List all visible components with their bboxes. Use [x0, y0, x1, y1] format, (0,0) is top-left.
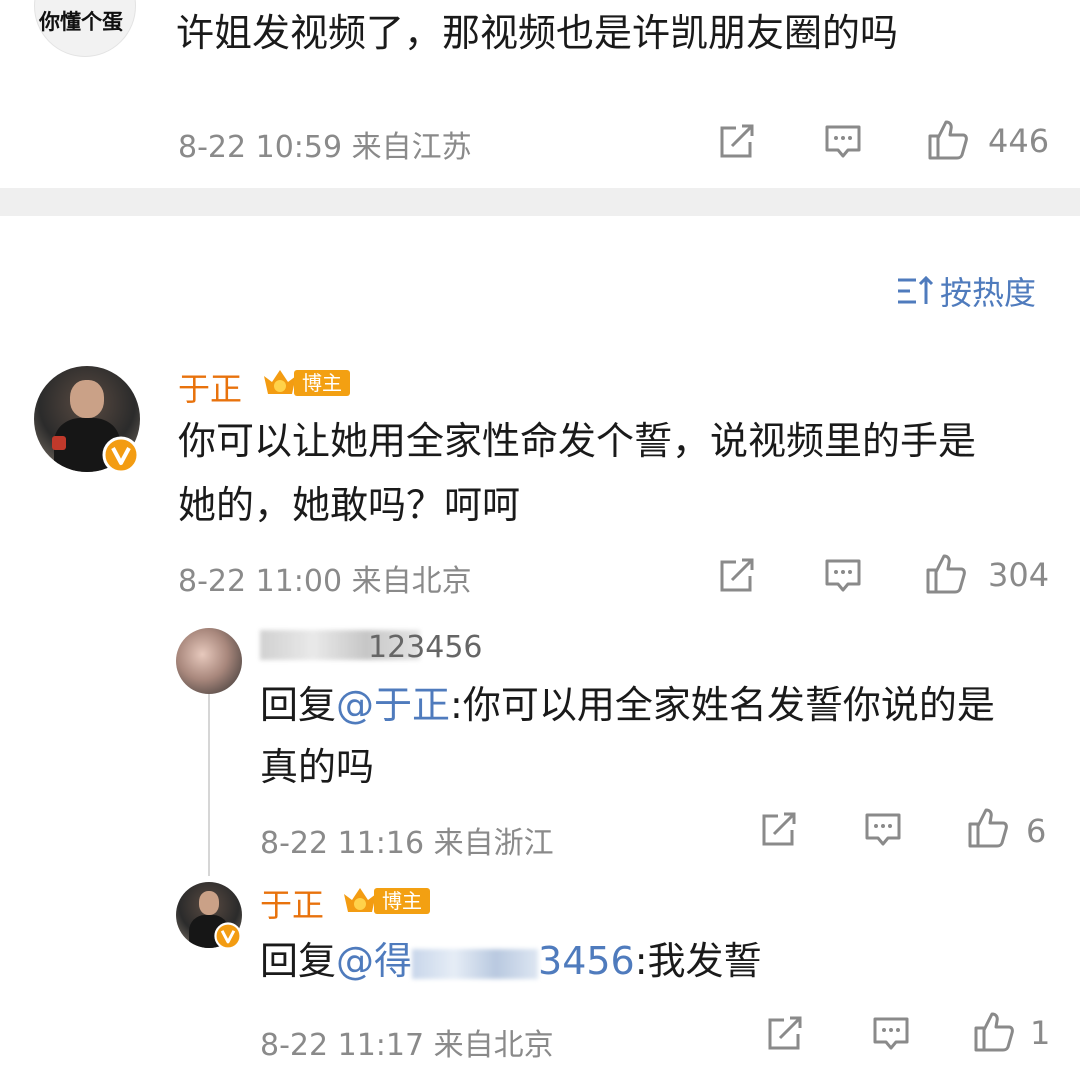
like-count: 1: [1030, 1014, 1051, 1052]
author-name[interactable]: 于正: [260, 880, 324, 926]
verified-v-icon: [214, 922, 242, 950]
reply-username-visible[interactable]: 123456: [368, 630, 483, 665]
like-count: 6: [1026, 812, 1047, 850]
reply-avatar[interactable]: [176, 628, 242, 694]
reply-body: :我发誓: [634, 939, 762, 983]
avatar-text: 你懂个蛋: [39, 10, 123, 34]
thread-line: [208, 690, 210, 876]
like-icon[interactable]: [924, 552, 968, 596]
comment-icon[interactable]: [824, 558, 862, 594]
reply-text: 回复@得 3456:我发誓: [260, 930, 762, 992]
comment-meta: 8-22 11:00 来自北京: [178, 564, 472, 599]
sort-icon: [898, 275, 934, 304]
top-comment-text: 许姐发视频了，那视频也是许凯朋友圈的吗: [176, 11, 899, 55]
comment-icon[interactable]: [864, 812, 902, 848]
mention-link[interactable]: @得 3456: [336, 939, 635, 983]
top-comment-meta: 8-22 10:59 来自江苏: [178, 130, 472, 165]
reply-prefix: 回复: [260, 939, 337, 983]
share-icon[interactable]: [766, 1016, 804, 1052]
top-comment-avatar[interactable]: 你懂个蛋: [34, 0, 136, 57]
mention-end: 3456: [538, 939, 635, 983]
badge-label: 博主: [374, 888, 430, 914]
author-name[interactable]: 于正: [178, 364, 242, 410]
like-count: 446: [988, 122, 1050, 160]
comment-icon[interactable]: [824, 124, 862, 160]
sort-label: 按热度: [940, 274, 1037, 312]
badge-label: 博主: [294, 370, 350, 396]
reply-text-line2: 真的吗: [260, 745, 375, 789]
mention-link[interactable]: @于正: [336, 683, 450, 727]
blurred-mention: [412, 948, 539, 979]
share-icon[interactable]: [718, 124, 756, 160]
mention-start: @得: [336, 939, 413, 983]
reply-text-line1: 回复@于正:你可以用全家姓名发誓你说的是: [260, 674, 995, 736]
like-icon[interactable]: [972, 1010, 1016, 1054]
like-icon[interactable]: [966, 806, 1010, 850]
blogger-badge: 博主: [260, 366, 350, 400]
section-divider: [0, 188, 1080, 216]
reply-meta: 8-22 11:16 来自浙江: [260, 826, 554, 861]
share-icon[interactable]: [760, 812, 798, 848]
like-icon[interactable]: [926, 118, 970, 162]
reply-text: :你可以用全家姓名发誓你说的是: [450, 683, 995, 727]
comment-icon[interactable]: [872, 1016, 910, 1052]
share-icon[interactable]: [718, 558, 756, 594]
like-count: 304: [988, 556, 1050, 594]
blogger-badge: 博主: [340, 884, 430, 918]
reply-meta: 8-22 11:17 来自北京: [260, 1028, 554, 1063]
comment-text-line1: 你可以让她用全家性命发个誓，说视频里的手是: [178, 419, 977, 463]
verified-v-icon: [102, 436, 140, 474]
comment-text-line2: 她的，她敢吗？呵呵: [178, 483, 521, 527]
reply-prefix: 回复: [260, 683, 337, 727]
